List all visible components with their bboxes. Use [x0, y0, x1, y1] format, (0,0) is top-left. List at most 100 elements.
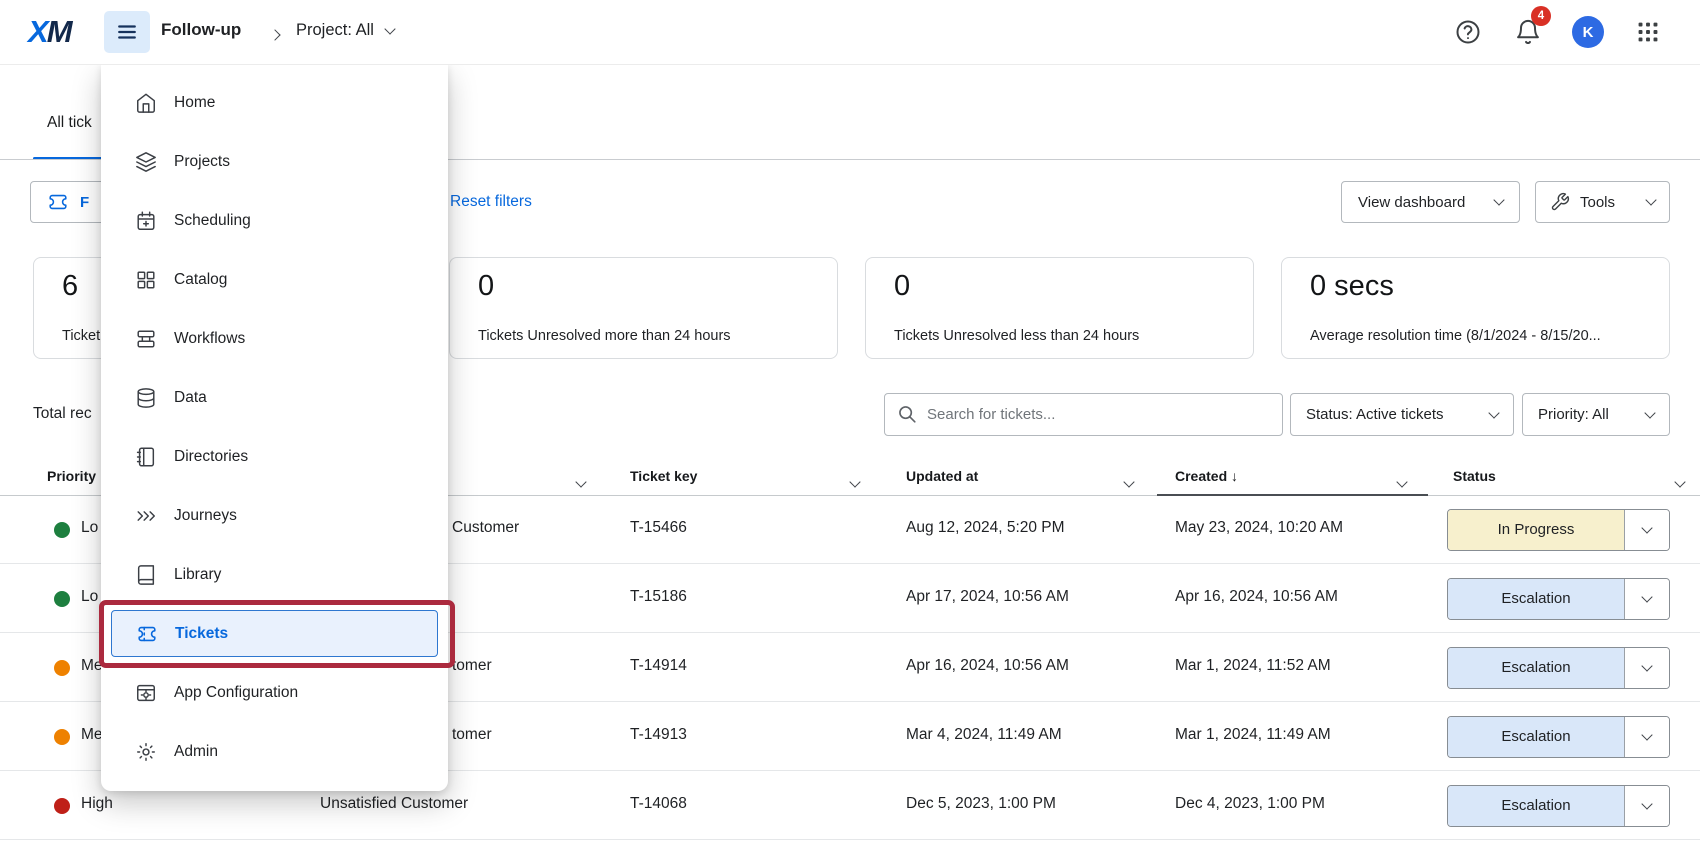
column-menu-chevron-icon[interactable] — [577, 473, 585, 491]
menu-item-scheduling[interactable]: Scheduling — [101, 191, 448, 250]
updated-at-cell: Mar 4, 2024, 11:49 AM — [906, 726, 1062, 744]
status-dropdown[interactable]: Escalation — [1447, 647, 1670, 689]
menu-item-data[interactable]: Data — [101, 368, 448, 427]
stat-value: 0 — [894, 270, 910, 303]
projects-icon — [135, 151, 157, 173]
status-dropdown[interactable]: In Progress — [1447, 509, 1670, 551]
tab-all-tickets[interactable]: All tick — [47, 114, 92, 132]
tools-button[interactable]: Tools — [1535, 181, 1670, 223]
home-icon — [135, 92, 157, 114]
breadcrumb-section[interactable]: Follow-up — [161, 20, 241, 40]
priority-dot — [54, 522, 70, 538]
xm-logo[interactable]: XM — [28, 14, 71, 50]
chevron-down-icon — [1645, 194, 1656, 205]
priority-cell: Me — [81, 657, 103, 675]
name-cell: Unsatisfied Customer — [320, 795, 468, 813]
column-menu-chevron-icon[interactable] — [1125, 473, 1133, 491]
stat-label: Tickets Unresolved less than 24 hours — [894, 328, 1139, 344]
ticket-icon — [136, 623, 158, 645]
menu-item-tickets[interactable]: Tickets — [111, 610, 438, 657]
menu-item-projects[interactable]: Projects — [101, 132, 448, 191]
gear-icon — [135, 741, 157, 763]
ticket-key-cell: T-15466 — [630, 519, 687, 537]
updated-at-cell: Dec 5, 2023, 1:00 PM — [906, 795, 1056, 813]
priority-cell: High — [81, 795, 113, 813]
stat-value: 0 secs — [1310, 270, 1394, 303]
reset-filters-link[interactable]: Reset filters — [450, 193, 532, 211]
menu-item-label: Tickets — [175, 625, 228, 643]
ticket-key-cell: T-14913 — [630, 726, 687, 744]
status-badge[interactable]: Escalation — [1448, 579, 1624, 619]
hamburger-icon — [116, 21, 138, 43]
status-badge[interactable]: Escalation — [1448, 648, 1624, 688]
grid-icon — [135, 269, 157, 291]
book-icon — [135, 564, 157, 586]
header-status: Status — [1453, 468, 1496, 484]
status-chevron-button[interactable] — [1624, 579, 1669, 619]
menu-item-home[interactable]: Home — [101, 73, 448, 132]
menu-item-workflows[interactable]: Workflows — [101, 309, 448, 368]
wrench-icon — [1550, 192, 1570, 212]
menu-item-catalog[interactable]: Catalog — [101, 250, 448, 309]
name-cell: Customer — [452, 519, 519, 537]
avatar[interactable]: K — [1572, 16, 1604, 48]
sort-desc-arrow-icon: ↓ — [1231, 468, 1238, 484]
created-cell: Apr 16, 2024, 10:56 AM — [1175, 588, 1338, 606]
status-badge[interactable]: Escalation — [1448, 786, 1624, 826]
stat-card-more-24h: 0 Tickets Unresolved more than 24 hours — [449, 257, 838, 359]
menu-item-label: Data — [174, 389, 207, 407]
menu-item-label: Directories — [174, 448, 248, 466]
menu-item-app-configuration[interactable]: App Configuration — [101, 663, 448, 722]
status-badge[interactable]: In Progress — [1448, 510, 1624, 550]
chevron-down-icon — [1644, 407, 1655, 418]
status-filter-dropdown[interactable]: Status: Active tickets — [1290, 393, 1514, 436]
status-badge[interactable]: Escalation — [1448, 717, 1624, 757]
status-chevron-button[interactable] — [1624, 717, 1669, 757]
view-dashboard-button[interactable]: View dashboard — [1341, 181, 1520, 223]
status-chevron-button[interactable] — [1624, 510, 1669, 550]
status-chevron-button[interactable] — [1624, 786, 1669, 826]
breadcrumb-project-selector[interactable]: Project: All — [296, 21, 394, 40]
header-ticket-key: Ticket key — [630, 468, 697, 484]
created-cell: May 23, 2024, 10:20 AM — [1175, 519, 1343, 537]
stat-card-avg-resolution: 0 secs Average resolution time (8/1/2024… — [1281, 257, 1670, 359]
status-dropdown[interactable]: Escalation — [1447, 716, 1670, 758]
search-input[interactable] — [927, 394, 1277, 435]
apps-grid-button[interactable] — [1632, 16, 1664, 48]
created-cell: Dec 4, 2023, 1:00 PM — [1175, 795, 1325, 813]
updated-at-cell: Apr 16, 2024, 10:56 AM — [906, 657, 1069, 675]
created-cell: Mar 1, 2024, 11:52 AM — [1175, 657, 1331, 675]
priority-dot — [54, 660, 70, 676]
app-screen: All tick F Reset filters View dashboard … — [0, 0, 1700, 850]
hamburger-menu-button[interactable] — [104, 11, 150, 53]
menu-item-label: Library — [174, 566, 221, 584]
tools-label: Tools — [1580, 194, 1615, 211]
header-created-sorted[interactable]: Created ↓ — [1175, 468, 1238, 484]
status-dropdown[interactable]: Escalation — [1447, 578, 1670, 620]
menu-item-label: Catalog — [174, 271, 227, 289]
chevron-down-icon — [1488, 407, 1499, 418]
column-menu-chevron-icon[interactable] — [1398, 473, 1406, 491]
column-menu-chevron-icon[interactable] — [851, 473, 859, 491]
menu-item-journeys[interactable]: Journeys — [101, 486, 448, 545]
column-menu-chevron-icon[interactable] — [1676, 473, 1684, 491]
calendar-plus-icon — [135, 210, 157, 232]
menu-item-admin[interactable]: Admin — [101, 722, 448, 781]
status-dropdown[interactable]: Escalation — [1447, 785, 1670, 827]
ticket-icon — [47, 191, 69, 213]
priority-cell: Me — [81, 726, 103, 744]
ticket-key-cell: T-15186 — [630, 588, 687, 606]
ticket-key-cell: T-14068 — [630, 795, 687, 813]
menu-item-directories[interactable]: Directories — [101, 427, 448, 486]
stat-label: Ticket — [62, 328, 100, 344]
header-updated-at: Updated at — [906, 468, 978, 484]
menu-item-label: Journeys — [174, 507, 237, 525]
priority-filter-dropdown[interactable]: Priority: All — [1522, 393, 1670, 436]
menu-item-label: Home — [174, 94, 215, 112]
stat-label: Average resolution time (8/1/2024 - 8/15… — [1310, 328, 1601, 344]
help-button[interactable] — [1452, 16, 1484, 48]
stat-card-less-24h: 0 Tickets Unresolved less than 24 hours — [865, 257, 1254, 359]
updated-at-cell: Aug 12, 2024, 5:20 PM — [906, 519, 1065, 537]
menu-item-library[interactable]: Library — [101, 545, 448, 604]
status-chevron-button[interactable] — [1624, 648, 1669, 688]
